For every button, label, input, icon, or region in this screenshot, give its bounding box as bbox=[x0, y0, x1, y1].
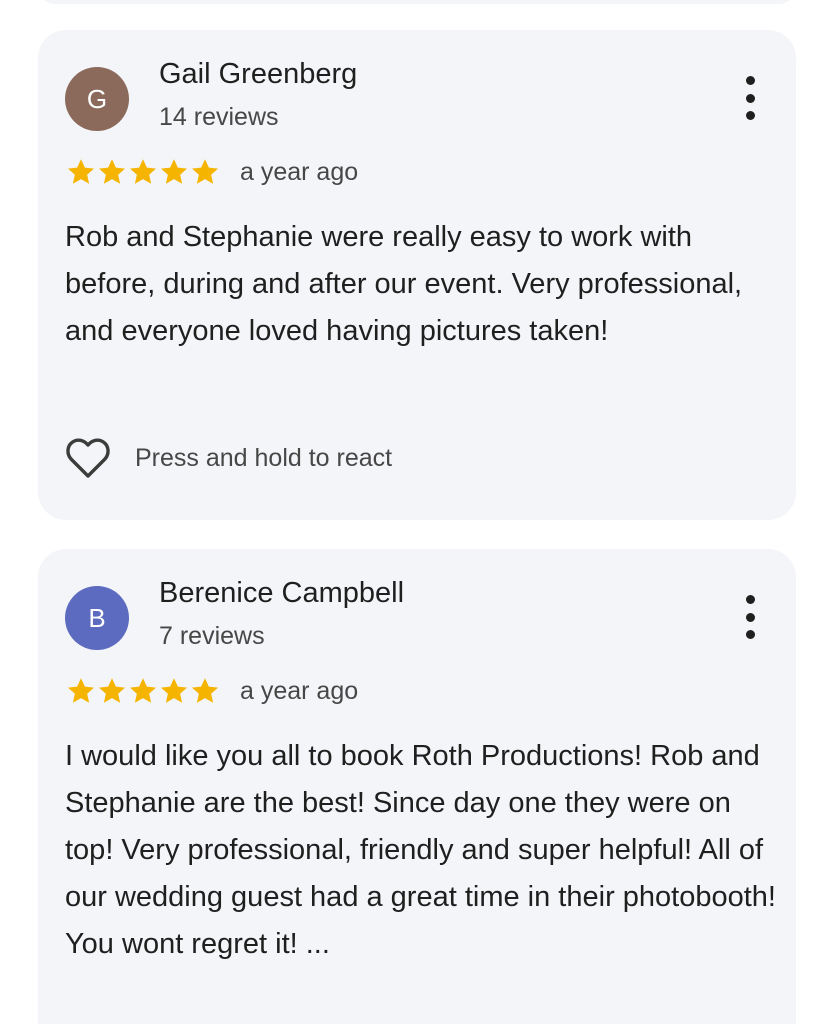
star-icon bbox=[99, 678, 125, 703]
rating-row: a year ago bbox=[66, 154, 358, 190]
react-label: Press and hold to react bbox=[135, 444, 393, 472]
rating-row: a year ago bbox=[66, 673, 358, 709]
review-card: G Gail Greenberg 14 reviews a year ago R… bbox=[38, 30, 796, 520]
star-rating bbox=[66, 676, 220, 706]
star-icon bbox=[192, 678, 218, 703]
heart-icon bbox=[66, 438, 110, 478]
review-time: a year ago bbox=[240, 677, 359, 705]
star-icon bbox=[192, 159, 218, 184]
more-vert-icon bbox=[745, 612, 755, 622]
more-options-button[interactable] bbox=[742, 76, 758, 120]
star-icon bbox=[99, 159, 125, 184]
star-icon bbox=[68, 678, 94, 703]
star-icon bbox=[68, 159, 94, 184]
review-text: I would like you all to book Roth Produc… bbox=[65, 740, 776, 960]
star-icon bbox=[130, 159, 156, 184]
review-text: Rob and Stephanie were really easy to wo… bbox=[65, 221, 743, 347]
star-icon bbox=[161, 159, 187, 184]
review-time: a year ago bbox=[240, 158, 359, 186]
more-vert-icon bbox=[745, 595, 755, 604]
avatar[interactable]: B bbox=[65, 586, 129, 650]
star-rating bbox=[66, 157, 220, 187]
review-card: B Berenice Campbell 7 reviews a year ago… bbox=[38, 549, 796, 1024]
author-name[interactable]: Gail Greenberg bbox=[159, 55, 357, 93]
star-icon bbox=[130, 678, 156, 703]
reviews-page: G Gail Greenberg 14 reviews a year ago R… bbox=[0, 0, 834, 1024]
more-vert-icon bbox=[745, 630, 755, 639]
more-vert-icon bbox=[745, 93, 755, 103]
more-options-button[interactable] bbox=[742, 595, 758, 639]
review-count[interactable]: 14 reviews bbox=[159, 100, 279, 134]
more-vert-icon bbox=[745, 76, 755, 85]
review-count[interactable]: 7 reviews bbox=[159, 619, 265, 653]
star-icon bbox=[161, 678, 187, 703]
avatar[interactable]: G bbox=[65, 67, 129, 131]
more-vert-icon bbox=[745, 111, 755, 120]
react-button[interactable]: Press and hold to react bbox=[65, 436, 392, 480]
previous-review-card-edge bbox=[38, 0, 796, 4]
author-name[interactable]: Berenice Campbell bbox=[159, 574, 404, 612]
